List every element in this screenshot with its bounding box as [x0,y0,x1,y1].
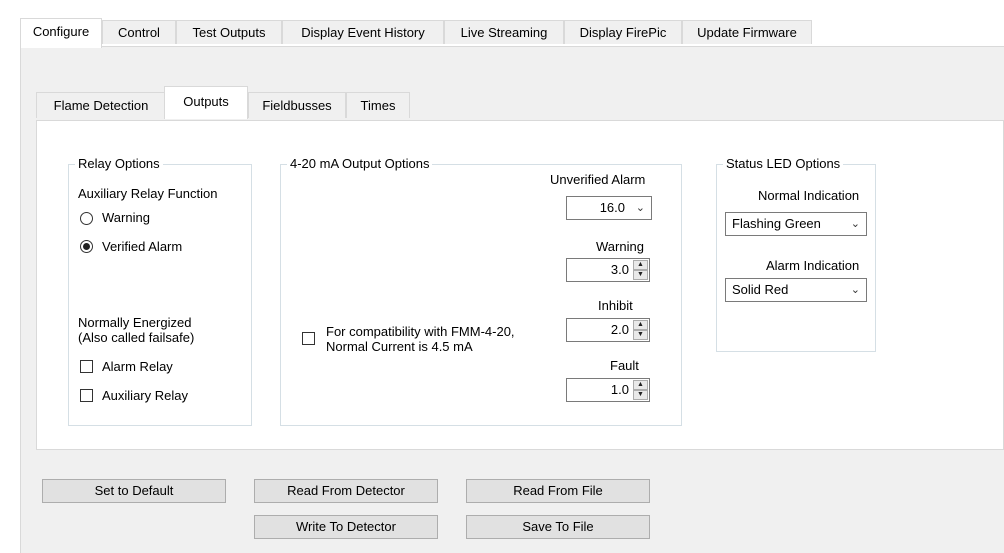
read-from-file-button[interactable]: Read From File [466,479,650,503]
tab-outputs[interactable]: Outputs [164,86,248,119]
increment-arrow-icon[interactable]: ▲ [633,260,648,270]
auxiliary-relay-checkbox[interactable] [80,389,93,402]
chevron-down-icon: ⌄ [850,284,860,296]
tab-configure[interactable]: Configure [20,18,102,48]
fault-value: 1.0 [610,382,629,397]
decrement-arrow-icon[interactable]: ▼ [633,390,648,400]
read-from-detector-button[interactable]: Read From Detector [254,479,438,503]
increment-arrow-icon[interactable]: ▲ [633,320,648,330]
tab-times[interactable]: Times [346,92,410,118]
chevron-down-icon: ⌄ [850,218,860,230]
warning-label: Warning [596,239,644,254]
tab-flame-detection[interactable]: Flame Detection [36,92,166,118]
radio-verified-alarm-label[interactable]: Verified Alarm [102,239,182,255]
output-options-title: 4-20 mA Output Options [287,156,433,172]
status-led-title: Status LED Options [723,156,844,172]
radio-warning[interactable] [80,212,93,225]
decrement-arrow-icon[interactable]: ▼ [633,330,648,340]
warning-stepper[interactable]: 3.0 ▲ ▼ [566,258,650,282]
unverified-alarm-value: 16.0 [599,200,625,215]
relay-options-group: Relay Options [68,156,252,426]
alarm-indication-select[interactable]: Solid Red ⌄ [725,278,867,302]
tab-display-event-history[interactable]: Display Event History [282,20,444,44]
fmm-compat-label-line2[interactable]: Normal Current is 4.5 mA [326,339,473,355]
chevron-down-icon: ⌄ [635,202,645,214]
alarm-relay-label[interactable]: Alarm Relay [102,359,173,375]
radio-warning-label[interactable]: Warning [102,210,150,226]
write-to-detector-button[interactable]: Write To Detector [254,515,438,539]
auxiliary-relay-label[interactable]: Auxiliary Relay [102,388,188,404]
inhibit-label: Inhibit [598,298,633,313]
alarm-relay-checkbox[interactable] [80,360,93,373]
fault-stepper[interactable]: 1.0 ▲ ▼ [566,378,650,402]
radio-verified-alarm[interactable] [80,240,93,253]
warning-value: 3.0 [610,262,629,277]
tab-control[interactable]: Control [102,20,176,44]
relay-options-title: Relay Options [75,156,163,172]
increment-arrow-icon[interactable]: ▲ [633,380,648,390]
tab-display-firepic[interactable]: Display FirePic [564,20,682,44]
aux-relay-function-label: Auxiliary Relay Function [78,186,218,201]
alarm-indication-label: Alarm Indication [766,258,860,273]
tab-strip-filler [812,20,1004,47]
alarm-indication-value: Solid Red [732,282,789,297]
normal-indication-label: Normal Indication [758,188,860,203]
fmm-compat-label-line1[interactable]: For compatibility with FMM-4-20, [326,324,515,340]
inhibit-stepper[interactable]: 2.0 ▲ ▼ [566,318,650,342]
decrement-arrow-icon[interactable]: ▼ [633,270,648,280]
tab-update-firmware[interactable]: Update Firmware [682,20,812,44]
normal-indication-select[interactable]: Flashing Green ⌄ [725,212,867,236]
fault-label: Fault [610,358,639,373]
set-to-default-button[interactable]: Set to Default [42,479,226,503]
tab-test-outputs[interactable]: Test Outputs [176,20,282,44]
inhibit-value: 2.0 [610,322,629,337]
fmm-compat-checkbox[interactable] [302,332,315,345]
unverified-alarm-label: Unverified Alarm [550,172,646,187]
unverified-alarm-select[interactable]: 16.0 ⌄ [566,196,652,220]
normally-energized-label: Normally Energized [78,315,192,330]
save-to-file-button[interactable]: Save To File [466,515,650,539]
failsafe-label: (Also called failsafe) [78,330,195,345]
tab-live-streaming[interactable]: Live Streaming [444,20,564,44]
tab-fieldbusses[interactable]: Fieldbusses [248,92,346,118]
normal-indication-value: Flashing Green [732,216,821,231]
